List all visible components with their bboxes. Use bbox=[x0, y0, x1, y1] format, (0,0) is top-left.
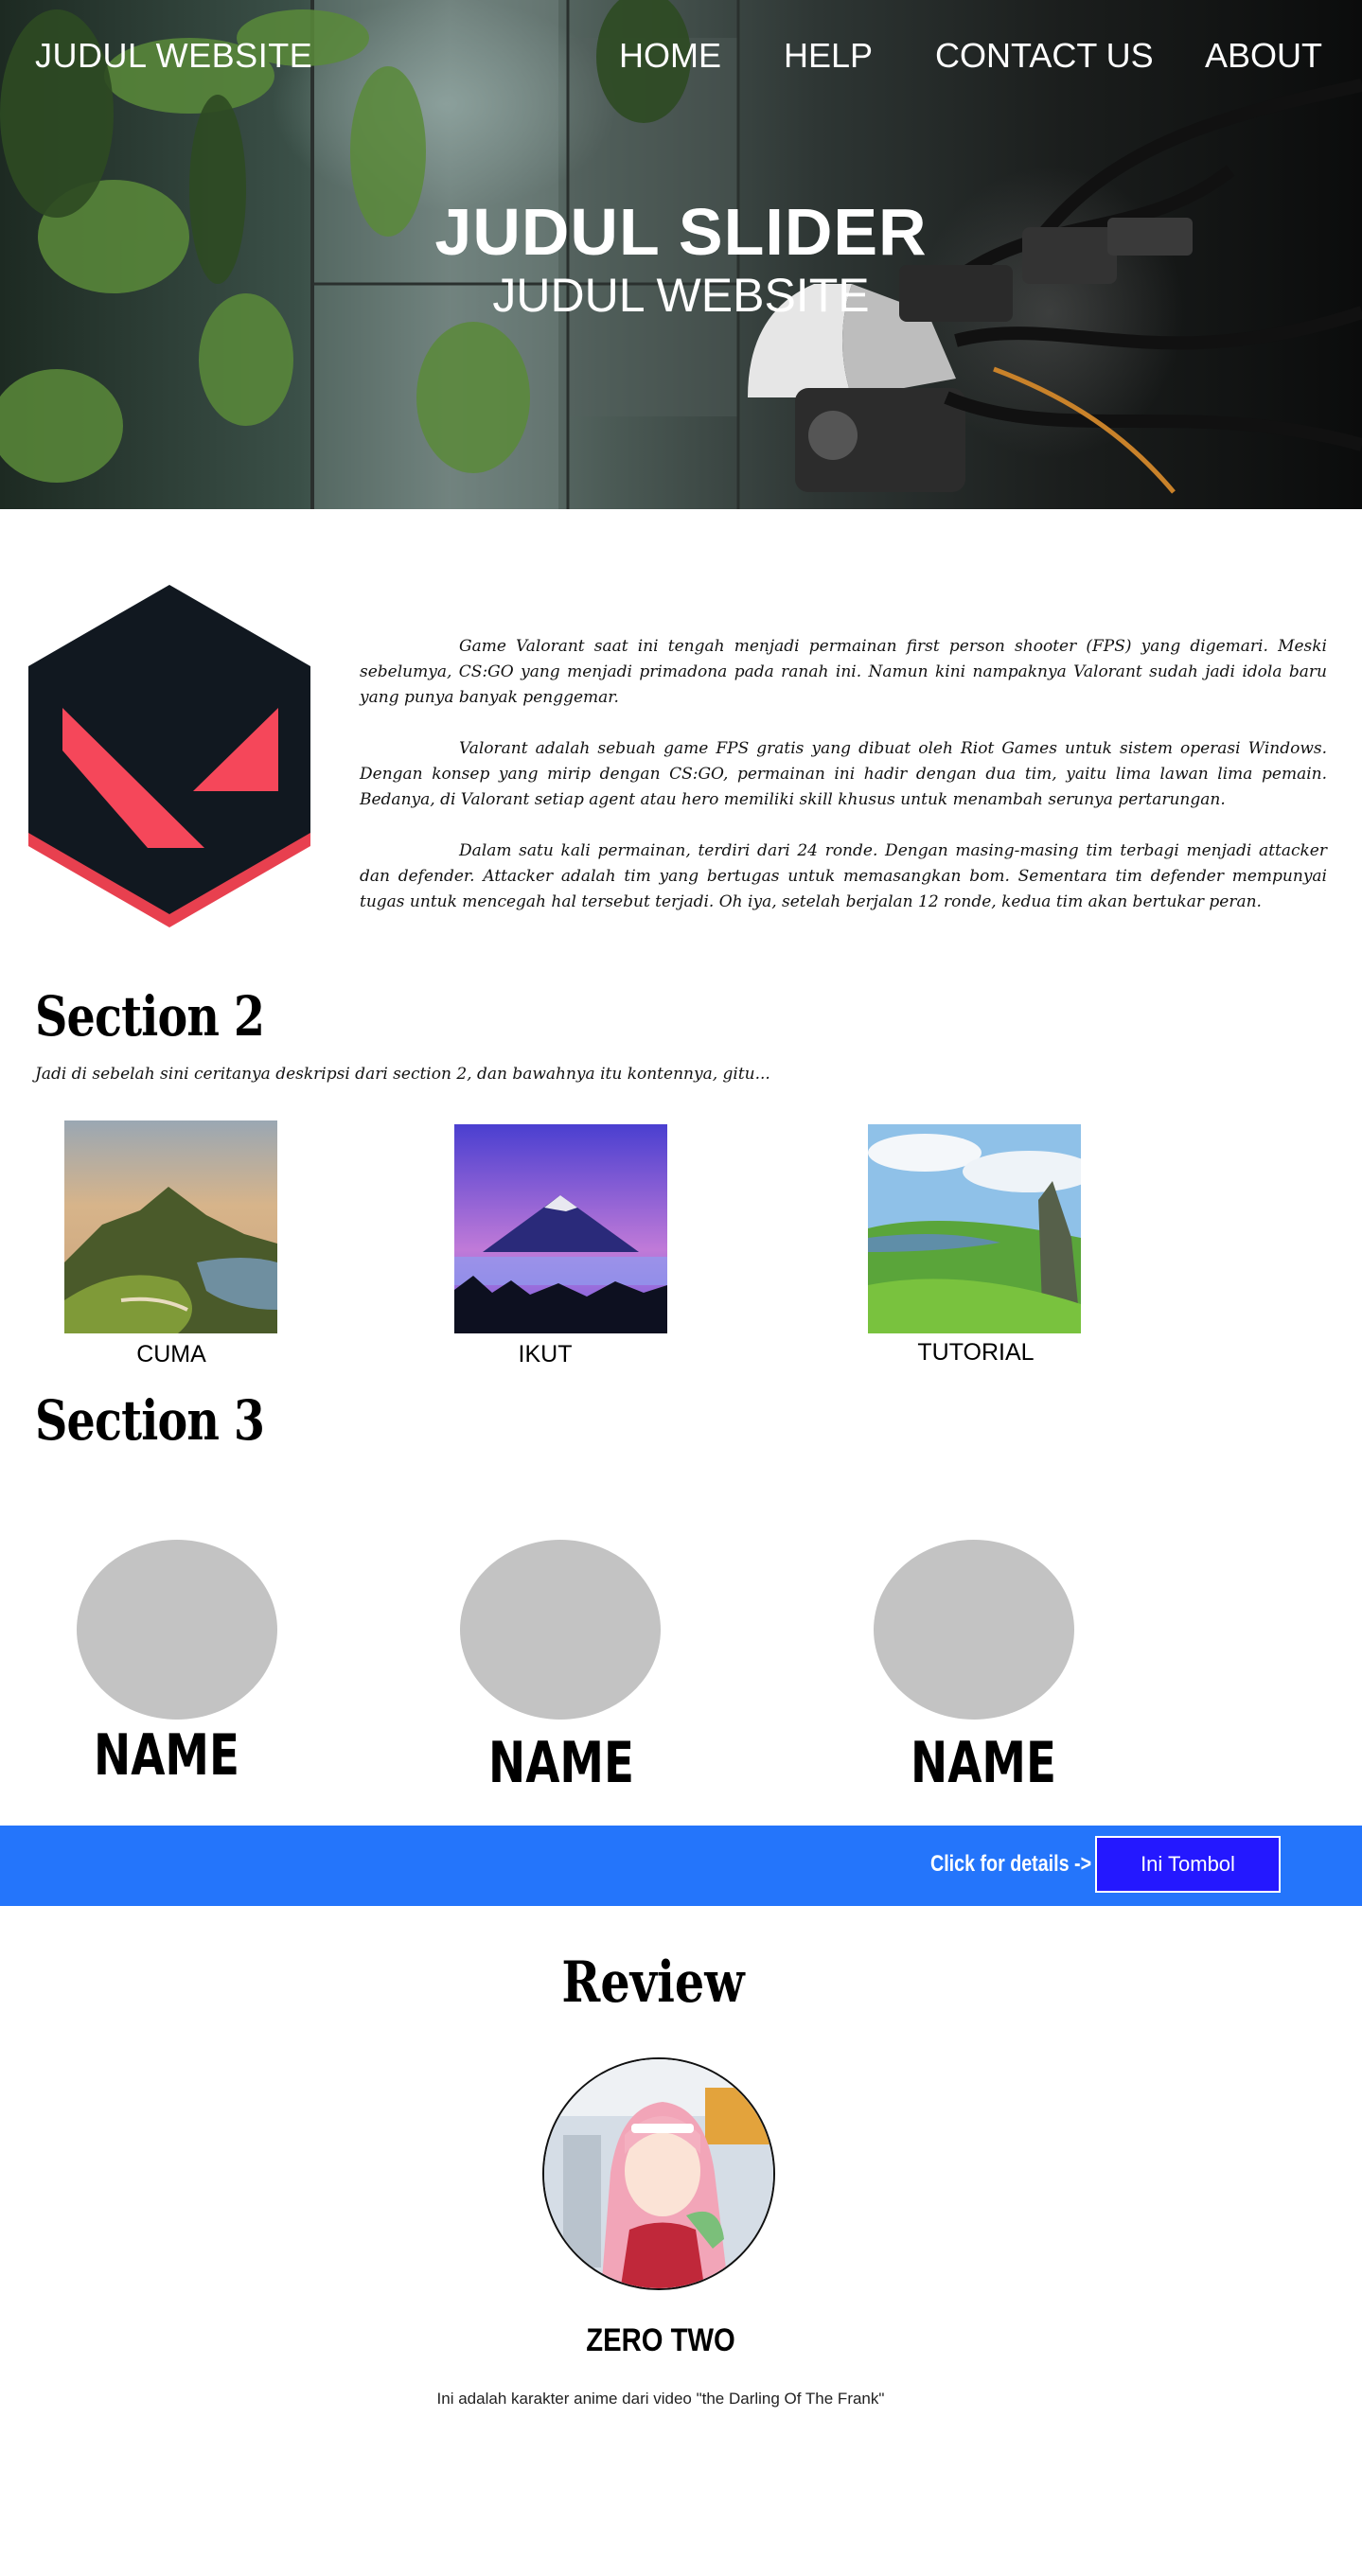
thumbnail-image[interactable] bbox=[868, 1124, 1081, 1333]
thumbnail-image[interactable] bbox=[64, 1120, 277, 1333]
reviewer-avatar bbox=[542, 2057, 775, 2290]
about-paragraph: Valorant adalah sebuah game FPS gratis y… bbox=[360, 739, 1327, 809]
hero-banner: JUDUL WEBSITE HOME HELP CONTACT US ABOUT… bbox=[0, 0, 1362, 509]
thumbnail-label: TUTORIAL bbox=[917, 1339, 1035, 1366]
member-name: NAME bbox=[911, 1730, 1056, 1796]
about-description: Game Valorant saat ini tengah menjadi pe… bbox=[360, 634, 1327, 941]
member-avatar bbox=[874, 1540, 1074, 1720]
member-avatar bbox=[460, 1540, 661, 1720]
reviewer-name: ZERO TWO bbox=[586, 2322, 735, 2358]
nav-contact-us[interactable]: CONTACT US bbox=[935, 36, 1154, 76]
site-brand[interactable]: JUDUL WEBSITE bbox=[35, 36, 312, 76]
cta-bar: Click for details -> Ini Tombol bbox=[0, 1826, 1362, 1906]
member-avatar bbox=[77, 1540, 277, 1720]
nav-help[interactable]: HELP bbox=[784, 36, 873, 76]
cta-button[interactable]: Ini Tombol bbox=[1095, 1836, 1281, 1893]
member-name: NAME bbox=[94, 1722, 239, 1789]
nav-home[interactable]: HOME bbox=[619, 36, 721, 76]
section-3-title: Section 3 bbox=[35, 1388, 265, 1453]
about-paragraph: Dalam satu kali permainan, terdiri dari … bbox=[360, 841, 1327, 911]
member-name: NAME bbox=[488, 1730, 634, 1796]
review-title: Review bbox=[561, 1950, 745, 2016]
section-2-title: Section 2 bbox=[35, 984, 265, 1049]
hero-subtitle: JUDUL WEBSITE bbox=[492, 269, 870, 322]
nav-about[interactable]: ABOUT bbox=[1205, 36, 1322, 76]
about-paragraph: Game Valorant saat ini tengah menjadi pe… bbox=[360, 637, 1327, 707]
hero-title: JUDUL SLIDER bbox=[434, 195, 928, 269]
valorant-logo-icon bbox=[25, 585, 314, 931]
review-caption: Ini adalah karakter anime dari video "th… bbox=[436, 2390, 885, 2408]
cta-text: Click for details -> bbox=[930, 1851, 1092, 1877]
section-2-description: Jadi di sebelah sini ceritanya deskripsi… bbox=[35, 1065, 770, 1084]
thumbnail-label: CUMA bbox=[136, 1341, 206, 1367]
thumbnail-image[interactable] bbox=[454, 1124, 667, 1333]
thumbnail-label: IKUT bbox=[518, 1341, 573, 1367]
